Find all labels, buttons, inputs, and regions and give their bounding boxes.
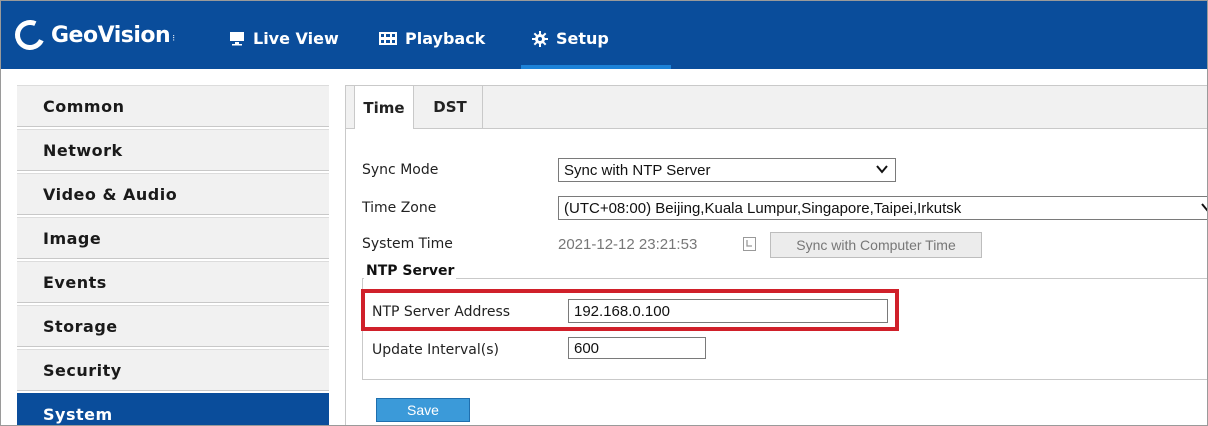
logo-mark-icon [10, 15, 50, 55]
tab-bar: Time DST [346, 86, 1207, 129]
sidebar-item-label: Network [43, 140, 123, 160]
sidebar-item-events[interactable]: Events [17, 261, 329, 303]
geovision-logo: GeoVision ⁝ [10, 15, 176, 55]
ntp-server-legend: NTP Server [364, 263, 457, 279]
top-nav-bar: GeoVision ⁝ Live View Playback Setup [1, 1, 1207, 69]
app-window: GeoVision ⁝ Live View Playback Setup Com… [0, 0, 1208, 426]
nav-setup-label: Setup [556, 29, 609, 48]
save-button[interactable]: Save [376, 398, 470, 422]
logo-text: GeoVision [51, 22, 171, 48]
update-interval-label: Update Interval(s) [372, 342, 499, 358]
nav-playback-label: Playback [405, 29, 486, 48]
sidebar-item-label: Storage [43, 316, 118, 336]
sidebar-item-label: Image [43, 228, 102, 248]
film-icon [379, 32, 397, 45]
logo-dots-icon: ⁝ [172, 34, 176, 44]
time-zone-select[interactable]: (UTC+08:00) Beijing,Kuala Lumpur,Singapo… [558, 196, 1207, 220]
nav-setup[interactable]: Setup [532, 29, 609, 48]
gear-icon [532, 30, 548, 47]
highlight-box [361, 289, 899, 331]
calendar-icon[interactable] [743, 237, 756, 251]
sync-mode-value: Sync with NTP Server [564, 161, 711, 179]
sidebar-item-common[interactable]: Common [17, 85, 329, 127]
sidebar-item-label: Video & Audio [43, 184, 178, 204]
sidebar-item-label: Common [43, 96, 125, 116]
sidebar-item-security[interactable]: Security [17, 349, 329, 391]
sidebar-item-image[interactable]: Image [17, 217, 329, 259]
update-interval-input[interactable]: 600 [568, 337, 706, 359]
nav-live-view-label: Live View [253, 29, 339, 48]
sidebar-item-video-audio[interactable]: Video & Audio [17, 173, 329, 215]
system-time-value: 2021-12-12 23:21:53 [558, 235, 698, 253]
sidebar-item-label: Security [43, 360, 122, 380]
sync-mode-select[interactable]: Sync with NTP Server [558, 158, 896, 182]
sidebar-item-system[interactable]: System [17, 393, 329, 425]
time-zone-value: (UTC+08:00) Beijing,Kuala Lumpur,Singapo… [564, 199, 962, 217]
chevron-down-icon [1201, 203, 1207, 212]
nav-live-view[interactable]: Live View [229, 29, 339, 48]
sync-mode-label: Sync Mode [362, 162, 439, 178]
sync-computer-time-button[interactable]: Sync with Computer Time [770, 232, 982, 258]
sidebar-item-label: Events [43, 272, 107, 292]
sidebar-item-network[interactable]: Network [17, 129, 329, 171]
sidebar-item-label: System [43, 404, 113, 424]
nav-active-underline [521, 65, 671, 69]
settings-sidebar: Common Network Video & Audio Image Event… [17, 85, 329, 425]
time-zone-label: Time Zone [362, 200, 437, 216]
tab-dst[interactable]: DST [418, 86, 483, 128]
settings-content: Time DST Sync Mode Sync with NTP Server … [345, 85, 1207, 425]
monitor-icon [230, 32, 244, 46]
system-time-label: System Time [362, 236, 453, 252]
nav-playback[interactable]: Playback [379, 29, 485, 48]
sidebar-item-storage[interactable]: Storage [17, 305, 329, 347]
tab-time[interactable]: Time [354, 86, 414, 129]
chevron-down-icon [876, 165, 888, 174]
